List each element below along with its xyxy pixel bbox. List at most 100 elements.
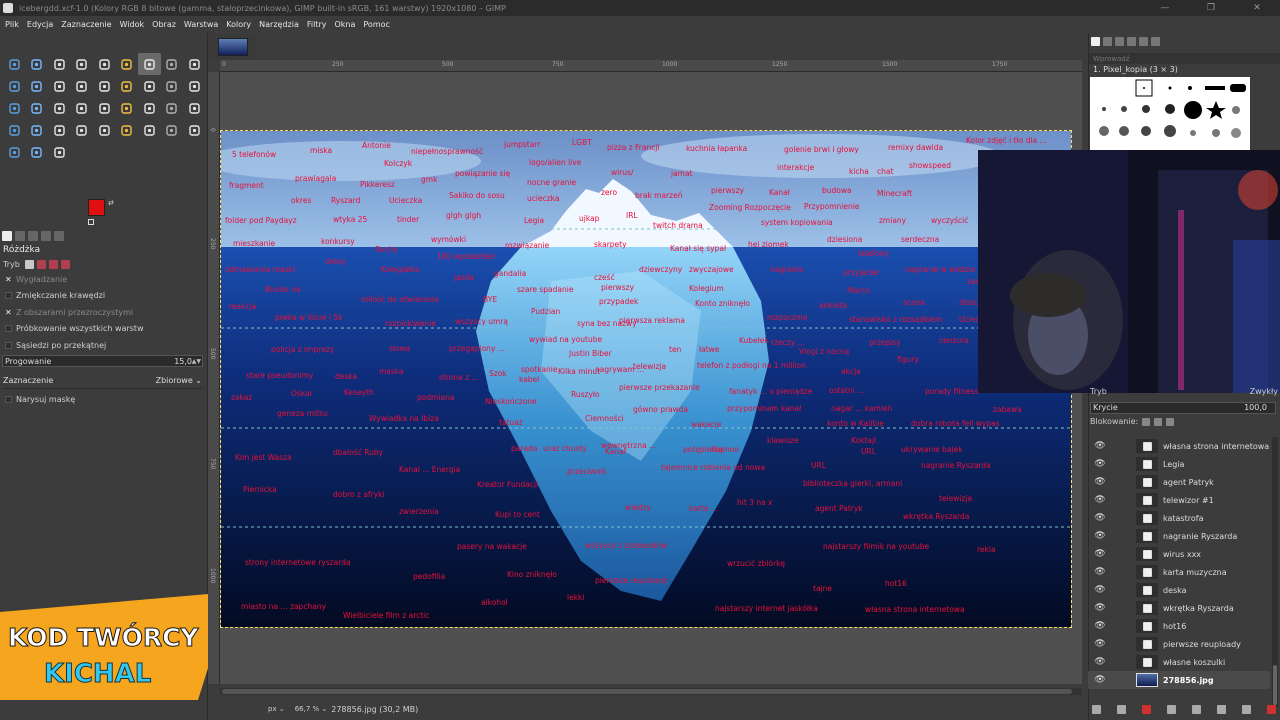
maximize-button[interactable]: ❐	[1188, 0, 1234, 16]
option-row-3[interactable]: Próbkowanie wszystkich warstw	[0, 321, 208, 338]
layer-opacity-slider[interactable]: Krycie 100,0	[1090, 402, 1276, 414]
airbrush-icon[interactable]	[48, 97, 71, 119]
layer-mode-row[interactable]: Tryb Zwykły	[1090, 387, 1278, 399]
eyedropper-icon[interactable]	[3, 141, 26, 163]
layer-row[interactable]: 👁 deska	[1088, 581, 1270, 599]
layer-row[interactable]: 👁 Legia	[1088, 455, 1270, 473]
free-select-icon[interactable]	[93, 53, 116, 75]
pencil-icon[interactable]	[26, 97, 49, 119]
option-checkbox[interactable]: ✕	[5, 275, 12, 283]
tab-device-status[interactable]	[15, 231, 25, 241]
option-checkbox[interactable]	[5, 325, 12, 333]
perspective-tool-icon[interactable]	[116, 75, 139, 97]
tab-documents[interactable]	[1127, 37, 1136, 46]
mode-add-button[interactable]	[36, 259, 46, 269]
dodge-burn-icon[interactable]	[183, 97, 206, 119]
align-tool-icon[interactable]	[26, 53, 49, 75]
menu-plik[interactable]: Plik	[2, 20, 22, 29]
layer-row[interactable]: 👁 własna strona internetowa	[1088, 437, 1270, 455]
menu-pomoc[interactable]: Pomoc	[360, 20, 393, 29]
layer-row[interactable]: 👁 katastrofa	[1088, 509, 1270, 527]
new-layer-group-icon[interactable]	[1092, 705, 1101, 714]
warp-transform-icon[interactable]	[183, 75, 206, 97]
eye-icon[interactable]: 👁	[1092, 621, 1108, 631]
eraser-icon[interactable]	[3, 119, 26, 141]
eye-icon[interactable]: 👁	[1092, 603, 1108, 613]
layer-scroll-thumb[interactable]	[1273, 665, 1277, 705]
eye-icon[interactable]: 👁	[1092, 639, 1108, 649]
eye-icon[interactable]: 👁	[1092, 567, 1108, 577]
menu-edycja[interactable]: Edycja	[24, 20, 56, 29]
tab-brushes[interactable]	[1091, 37, 1100, 46]
zoom-select[interactable]: 66,7 % ⌄	[295, 705, 328, 713]
horizontal-scroll-thumb[interactable]	[222, 689, 1072, 694]
brush-grid[interactable]	[1090, 77, 1250, 151]
menu-warstwa[interactable]: Warstwa	[181, 20, 221, 29]
scissors-select-icon[interactable]	[116, 53, 139, 75]
tab-dynamics[interactable]	[1139, 37, 1148, 46]
color-select-icon[interactable]	[161, 53, 184, 75]
fuzzy-select-icon[interactable]	[138, 53, 161, 75]
mode-replace-button[interactable]	[24, 259, 34, 269]
menu-zaznaczenie[interactable]: Zaznaczenie	[58, 20, 114, 29]
menu-filtry[interactable]: Filtry	[304, 20, 330, 29]
shear-tool-icon[interactable]	[93, 75, 116, 97]
lock-alpha-icon[interactable]	[1166, 417, 1175, 426]
eye-icon[interactable]: 👁	[1092, 585, 1108, 595]
delete-layer-icon[interactable]	[1267, 705, 1276, 714]
handle-transform-icon[interactable]	[183, 119, 206, 141]
option-checkbox[interactable]	[5, 292, 12, 300]
menu-okna[interactable]: Okna	[331, 20, 358, 29]
swap-colors-icon[interactable]: ⇄	[108, 199, 114, 207]
eye-icon[interactable]: 👁	[1092, 477, 1108, 487]
tab-fonts[interactable]	[1115, 37, 1124, 46]
heal-tool-icon[interactable]	[138, 97, 161, 119]
foreground-color[interactable]	[88, 199, 105, 216]
layer-row[interactable]: 👁 wkrętka Ryszarda	[1088, 599, 1270, 617]
rect-select-icon[interactable]	[48, 53, 71, 75]
close-button[interactable]: ✕	[1234, 0, 1280, 16]
menu-kolory[interactable]: Kolory	[223, 20, 254, 29]
layer-row[interactable]: 👁 własne koszulki	[1088, 653, 1270, 671]
mypaint-brush-icon[interactable]	[93, 97, 116, 119]
lock-position-icon[interactable]	[1154, 417, 1163, 426]
unit-select[interactable]: px ⌄	[268, 705, 285, 713]
text-tool-icon[interactable]	[93, 119, 116, 141]
select-criterion-value[interactable]: Zbiorowe ⌄	[156, 376, 202, 385]
eye-icon[interactable]: 👁	[1092, 549, 1108, 559]
paths-tool-icon[interactable]	[71, 119, 94, 141]
ellipse-select-icon[interactable]	[71, 53, 94, 75]
eye-icon[interactable]: 👁	[1092, 513, 1108, 523]
option-row-0[interactable]: ✕ Wygładzanie	[0, 271, 208, 288]
layer-row[interactable]: 👁 telewizor #1	[1088, 491, 1270, 509]
eye-icon[interactable]: 👁	[1092, 441, 1108, 451]
gradient-icon[interactable]	[48, 119, 71, 141]
layer-mode-value[interactable]: Zwykły	[1250, 387, 1278, 399]
raise-layer-icon[interactable]	[1142, 705, 1151, 714]
eye-icon[interactable]: 👁	[1092, 495, 1108, 505]
tab-brush-add[interactable]	[1151, 37, 1160, 46]
reset-colors-icon[interactable]	[88, 219, 94, 225]
tab-add[interactable]	[54, 231, 64, 241]
eye-icon[interactable]: 👁	[1092, 459, 1108, 469]
clone-tool-icon[interactable]	[116, 97, 139, 119]
unified-transform-icon[interactable]	[26, 75, 49, 97]
option-checkbox[interactable]	[5, 341, 12, 349]
mode-intersect-button[interactable]	[60, 259, 70, 269]
option-row-1[interactable]: Zmiękczanie krawędzi	[0, 288, 208, 305]
select-criterion-row[interactable]: Zaznaczenie Zbiorowe ⌄	[3, 373, 202, 389]
horizontal-scrollbar[interactable]	[220, 688, 1082, 695]
tab-undo-history[interactable]	[28, 231, 38, 241]
threshold-slider[interactable]: Progowanie 15,0 ▲▼	[2, 354, 203, 367]
bucket-fill-icon[interactable]	[26, 119, 49, 141]
crop-tool-icon[interactable]	[3, 75, 26, 97]
draw-mask-option[interactable]: Narysuj maskę	[0, 392, 208, 409]
scale-tool-icon[interactable]	[71, 75, 94, 97]
eye-icon[interactable]: 👁	[1092, 531, 1108, 541]
smudge-tool-icon[interactable]	[161, 97, 184, 119]
ink-tool-icon[interactable]	[71, 97, 94, 119]
cage-tool-icon[interactable]	[161, 75, 184, 97]
new-layer-icon[interactable]	[1117, 705, 1126, 714]
mask-layer-icon[interactable]	[1242, 705, 1251, 714]
measure-tool-icon[interactable]	[138, 119, 161, 141]
